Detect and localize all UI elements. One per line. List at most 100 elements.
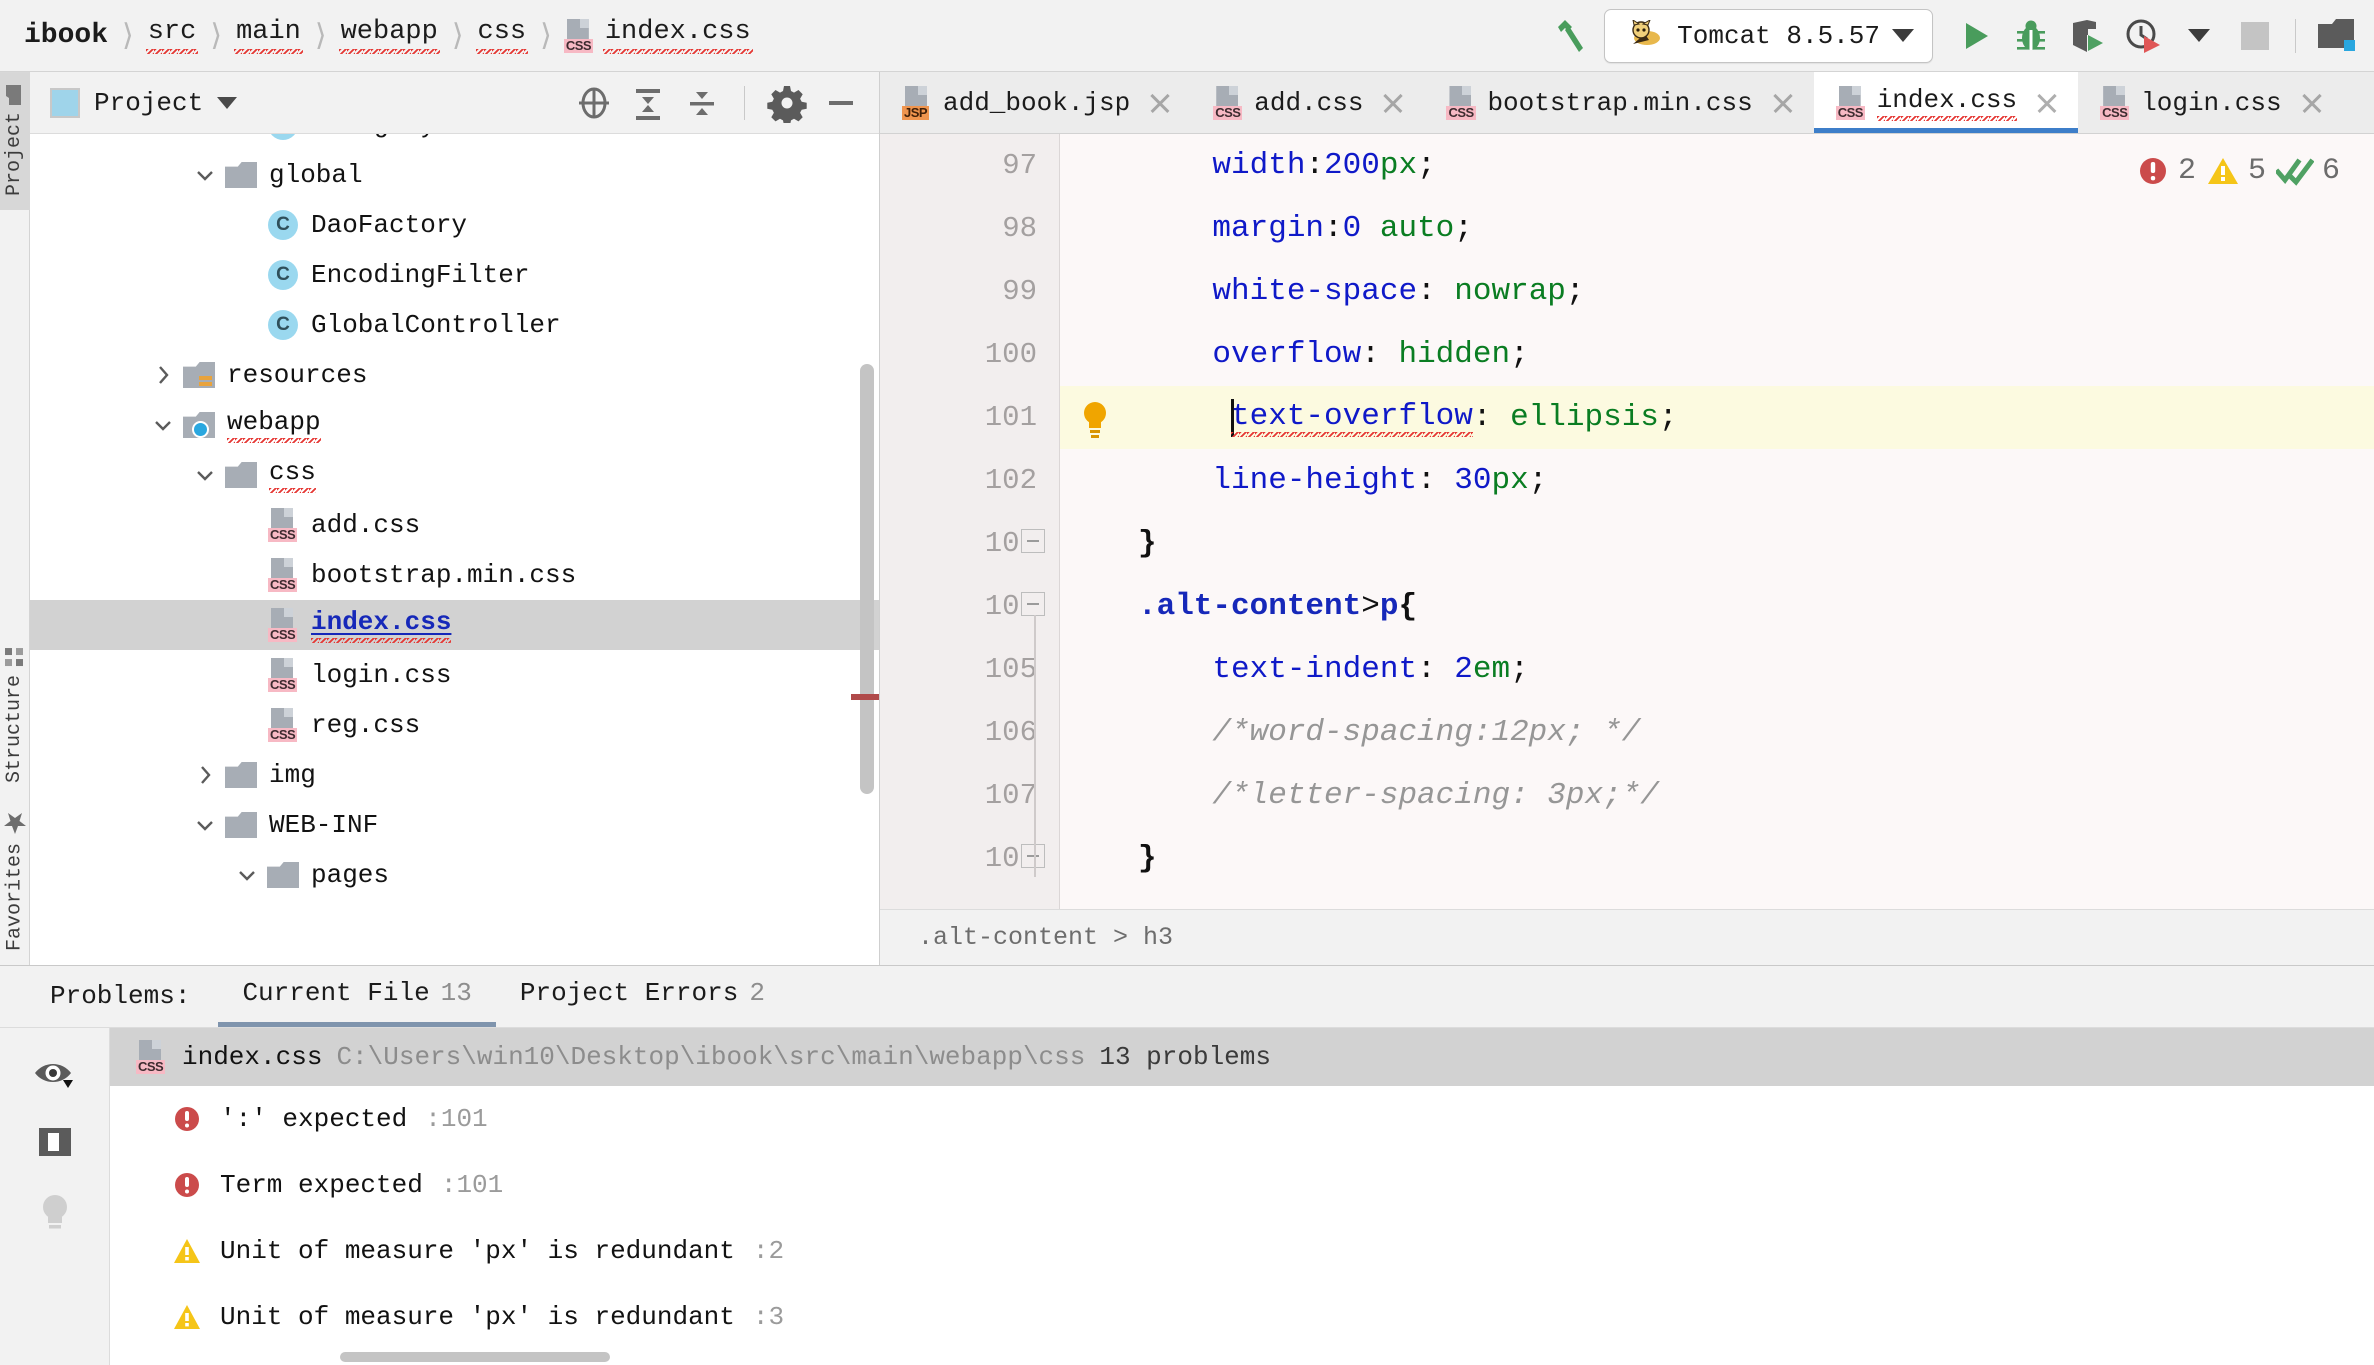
fold-end-icon[interactable] <box>1021 529 1047 559</box>
tree-item-img[interactable]: img <box>30 750 879 800</box>
code-lines[interactable]: width:200 px; margin:0 auto; white-space:… <box>1060 134 2374 909</box>
rail-tab-structure[interactable]: Structure <box>0 633 30 797</box>
close-icon[interactable] <box>1145 88 1175 118</box>
error-count-badge[interactable]: 2 <box>2136 154 2196 188</box>
breadcrumb-item-src[interactable]: src <box>145 17 199 54</box>
tree-item-login.css[interactable]: CSS login.css <box>30 650 879 700</box>
tree-item-encodingfilter[interactable]: C EncodingFilter <box>30 250 879 300</box>
editor-tab-bootstrap-min-css[interactable]: CSS bootstrap.min.css <box>1424 72 1814 133</box>
close-icon[interactable] <box>2297 88 2327 118</box>
tree-item-category[interactable]: C Category <box>30 134 879 150</box>
run-button[interactable] <box>1947 8 2003 64</box>
tree-item-webapp[interactable]: webapp <box>30 400 879 450</box>
editor-tab-add-css[interactable]: CSS add.css <box>1191 72 1425 133</box>
tree-item-css[interactable]: css <box>30 450 879 500</box>
code-line-108[interactable]: } <box>1060 827 2374 890</box>
tree-item-bootstrap.min.css[interactable]: CSS bootstrap.min.css <box>30 550 879 600</box>
tree-toggle-arrow[interactable] <box>192 762 218 788</box>
code-line-102[interactable]: line-height: 30 px; <box>1060 449 2374 512</box>
fold-column[interactable] <box>1007 134 1059 909</box>
code-line-103[interactable]: } <box>1060 512 2374 575</box>
code-token: p <box>1379 589 1399 624</box>
code-line-100[interactable]: overflow: hidden; <box>1060 323 2374 386</box>
collapse-all-button[interactable] <box>678 79 726 127</box>
tree-item-resources[interactable]: resources <box>30 350 879 400</box>
breadcrumb-item-main[interactable]: main <box>234 17 303 54</box>
settings-button[interactable] <box>763 79 811 127</box>
problem-row[interactable]: ':' expected:101 <box>110 1086 2374 1152</box>
problem-row[interactable]: Unit of measure 'px' is redundant:3 <box>110 1284 2374 1350</box>
tree-toggle-arrow[interactable] <box>150 412 176 438</box>
tree-toggle-arrow[interactable] <box>150 362 176 388</box>
quick-fix-button[interactable] <box>35 1190 75 1234</box>
expand-all-button[interactable] <box>624 79 672 127</box>
problem-row[interactable]: Term expected:101 <box>110 1152 2374 1218</box>
stop-button[interactable] <box>2227 8 2283 64</box>
tree-item-add.css[interactable]: CSS add.css <box>30 500 879 550</box>
ok-count-badge[interactable]: 6 <box>2275 154 2340 188</box>
tree-item-index.css[interactable]: CSS index.css <box>30 600 879 650</box>
rail-tab-project[interactable]: Project <box>0 72 30 211</box>
tree-item-pages[interactable]: pages <box>30 850 879 900</box>
editor-breadcrumb[interactable]: .alt-content > h3 <box>880 909 2374 965</box>
breadcrumb-item-file[interactable]: CSS index.css <box>563 17 753 54</box>
problem-row[interactable]: Unit of measure 'px' is redundant:2 <box>110 1218 2374 1284</box>
warning-count-badge[interactable]: 5 <box>2206 154 2266 188</box>
build-project-button[interactable] <box>1542 8 1598 64</box>
breadcrumb-item-webapp[interactable]: webapp <box>338 17 440 54</box>
toggle-preview-button[interactable] <box>35 1122 75 1162</box>
problems-file-row[interactable]: CSS index.css C:\Users\win10\Desktop\ibo… <box>110 1028 2374 1086</box>
code-line-99[interactable]: white-space: nowrap; <box>1060 260 2374 323</box>
inspection-widget[interactable]: 2 5 6 <box>2136 154 2340 188</box>
editor-tab-bar[interactable]: JSP add_book.jsp CSS add.css CSS bootstrap.mi… <box>880 72 2374 134</box>
locate-in-tree-button[interactable] <box>570 79 618 127</box>
editor-gutter[interactable]: 97 98 99 100 101 102 103 104 105 106 107 108 <box>880 134 1060 909</box>
rail-tab-favorites[interactable]: Favorites <box>0 797 31 965</box>
tree-item-web-inf[interactable]: WEB-INF <box>30 800 879 850</box>
close-icon[interactable] <box>1768 88 1798 118</box>
close-icon[interactable] <box>2032 88 2062 118</box>
tree-item-reg.css[interactable]: CSS reg.css <box>30 700 879 750</box>
run-with-coverage-button[interactable] <box>2059 8 2115 64</box>
tree-item-globalcontroller[interactable]: C GlobalController <box>30 300 879 350</box>
tab-project-errors[interactable]: Project Errors 2 <box>496 978 789 1027</box>
profiler-dropdown-button[interactable] <box>2171 8 2227 64</box>
editor-tab-add_book-jsp[interactable]: JSP add_book.jsp <box>880 72 1192 133</box>
css-file-icon: CSS <box>268 658 298 692</box>
code-line-105[interactable]: text-indent: 2 em; <box>1060 638 2374 701</box>
editor-tab-index-css[interactable]: CSS index.css <box>1813 72 2079 133</box>
project-tree-scrollbar[interactable] <box>860 364 874 794</box>
tree-toggle-arrow[interactable] <box>234 862 260 888</box>
code-editor[interactable]: 97 98 99 100 101 102 103 104 105 106 107 108 width:… <box>880 134 2374 909</box>
tree-toggle-arrow[interactable] <box>192 812 218 838</box>
tree-item-global[interactable]: global <box>30 150 879 200</box>
error-circle-icon <box>172 1170 202 1200</box>
project-view-selector[interactable]: Project <box>50 87 238 118</box>
problems-list[interactable]: CSS index.css C:\Users\win10\Desktop\ibo… <box>110 1028 2374 1365</box>
problems-horizontal-scrollbar[interactable] <box>340 1352 610 1362</box>
code-line-101[interactable]: text-overflow: ellipsis; <box>1060 386 2374 449</box>
code-line-106[interactable]: /*word-spacing:12px; */ <box>1060 701 2374 764</box>
debug-button[interactable] <box>2003 8 2059 64</box>
breadcrumb-item-css[interactable]: css <box>475 17 529 54</box>
tab-current-file[interactable]: Current File 13 <box>218 978 496 1027</box>
project-tree[interactable]: C Category global C DaoFactory C EncodingFilte… <box>30 134 879 965</box>
profiler-button[interactable] <box>2115 8 2171 64</box>
code-line-104[interactable]: .alt-content > p{ <box>1060 575 2374 638</box>
view-options-button[interactable] <box>32 1056 78 1094</box>
lightbulb-icon[interactable] <box>1078 398 1112 438</box>
code-line-98[interactable]: margin:0 auto; <box>1060 197 2374 260</box>
editor-tab-login-css[interactable]: CSS login.css <box>2078 72 2343 133</box>
hide-panel-button[interactable] <box>817 79 865 127</box>
tree-item-daofactory[interactable]: C DaoFactory <box>30 200 879 250</box>
close-icon[interactable] <box>1378 88 1408 118</box>
tree-toggle-arrow[interactable] <box>192 162 218 188</box>
chevron-down-icon <box>1892 29 1914 42</box>
breadcrumb-item-project[interactable]: ibook <box>22 20 110 51</box>
code-line-107[interactable]: /*letter-spacing: 3px;*/ <box>1060 764 2374 827</box>
intellij-idea-window: ibook ⟩ src ⟩ main ⟩ webapp ⟩ css ⟩ CSS … <box>0 0 2374 1365</box>
run-configuration-selector[interactable]: Tomcat 8.5.57 <box>1604 8 1933 63</box>
tree-toggle-arrow[interactable] <box>192 462 218 488</box>
editor-tab-label: login.css <box>2141 87 2282 118</box>
search-everywhere-button[interactable] <box>2308 8 2364 64</box>
